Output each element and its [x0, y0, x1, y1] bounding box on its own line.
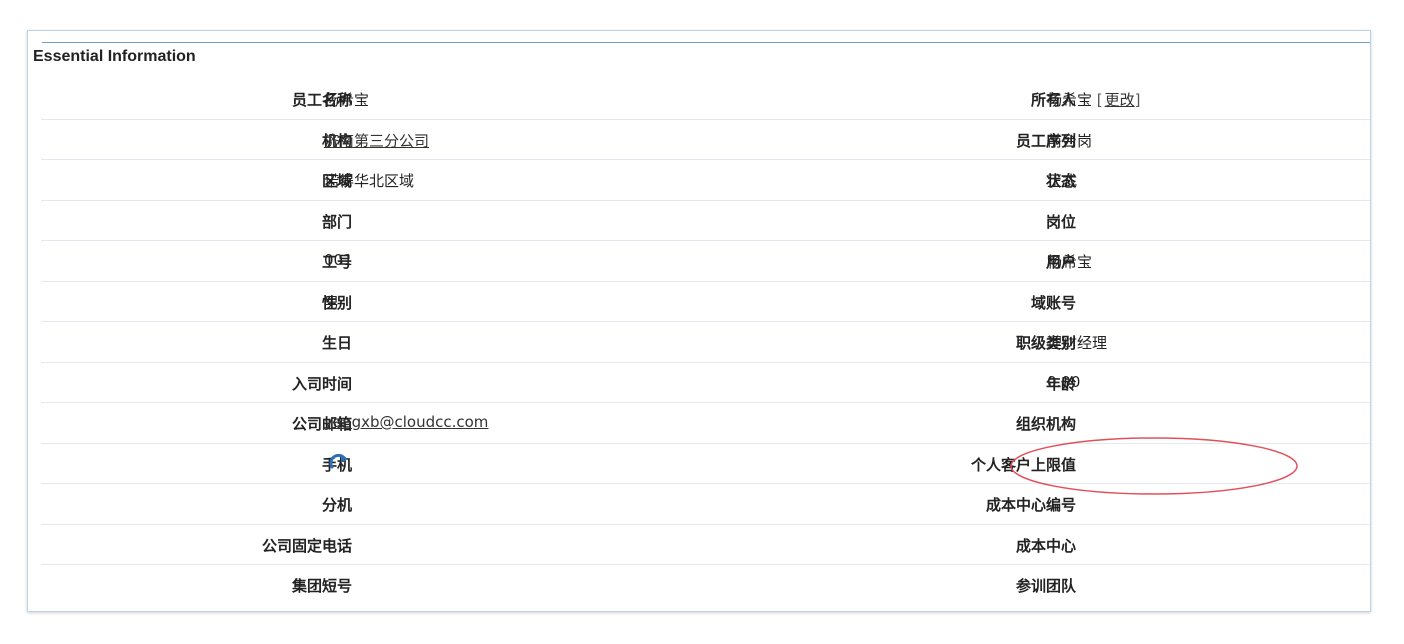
- field-label-hire-date: 入司时间: [291, 374, 352, 393]
- field-value-employee-id: 001: [324, 251, 353, 269]
- field-value-owner: 杨希宝: [1047, 91, 1093, 109]
- refresh-icon[interactable]: [328, 452, 350, 472]
- bracket-open: [: [1096, 91, 1103, 109]
- detail-row: 分机 成本中心编号: [41, 484, 1370, 525]
- field-label-position: 岗位: [1045, 212, 1076, 231]
- field-value-age: 0.00: [1047, 372, 1081, 391]
- field-label-group-short-number: 集团短号: [291, 577, 352, 595]
- organization-link[interactable]: 济南第三分公司: [324, 130, 429, 151]
- detail-row: 公司固定电话 成本中心: [41, 525, 1370, 565]
- company-email-link[interactable]: yangxb@cloudcc.com: [324, 413, 488, 431]
- field-value-region: 诺得华北区域: [324, 172, 415, 190]
- field-label-customer-limit: 个人客户上限值: [970, 455, 1076, 474]
- detail-row: 入司时间 年龄 0.00: [41, 363, 1370, 403]
- detail-row: 部门 岗位: [41, 201, 1370, 241]
- detail-row: 公司邮箱 yangxb@cloudcc.com 组织机构: [41, 403, 1370, 444]
- field-label-company-phone: 公司固定电话: [261, 536, 352, 555]
- field-label-cost-center-code: 成本中心编号: [985, 496, 1076, 514]
- field-value-gender: 男: [324, 293, 340, 312]
- field-label-extension: 分机: [321, 496, 352, 514]
- field-value-owner-group: 杨希宝 [更改]: [1047, 89, 1141, 110]
- detail-row: 集团短号 参训团队: [41, 565, 1370, 606]
- field-value-employee-name: 杨希宝: [324, 91, 370, 109]
- field-label-org-unit: 组织机构: [1015, 415, 1076, 433]
- detail-row: 性别 男 域账号: [41, 282, 1370, 322]
- detail-row: 手机 个人客户上限值: [41, 444, 1370, 484]
- field-label-department: 部门: [321, 212, 352, 231]
- bracket-close: ]: [1134, 91, 1141, 109]
- field-value-job-grade: 理财经理: [1047, 334, 1108, 352]
- field-label-training-team: 参训团队: [1015, 577, 1076, 595]
- field-value-user: 杨希宝: [1047, 253, 1093, 271]
- detail-row: 区域 诺得华北区域 状态 正式: [41, 160, 1370, 201]
- field-value-employee-sequence: 前台岗: [1047, 131, 1093, 150]
- panel-top-divider: [42, 42, 1370, 43]
- detail-row: 生日 职级类别 理财经理: [41, 322, 1370, 363]
- field-label-cost-center: 成本中心: [1015, 536, 1076, 555]
- field-label-birthday: 生日: [321, 334, 352, 352]
- detail-row: 工号 001 用户 杨希宝: [41, 241, 1370, 282]
- section-title: Essential Information: [33, 48, 196, 65]
- field-label-domain-account: 域账号: [1030, 293, 1076, 312]
- change-owner-link[interactable]: 更改: [1105, 91, 1135, 109]
- field-value-status: 正式: [1047, 172, 1078, 190]
- detail-row: 员工名称 杨希宝 所有人 杨希宝 [更改]: [41, 79, 1370, 120]
- detail-row: 机构 济南第三分公司 员工序列 前台岗: [41, 120, 1370, 160]
- detail-rows: 员工名称 杨希宝 所有人 杨希宝 [更改] 机构 济南第三分公司 员工序列 前台…: [41, 79, 1370, 606]
